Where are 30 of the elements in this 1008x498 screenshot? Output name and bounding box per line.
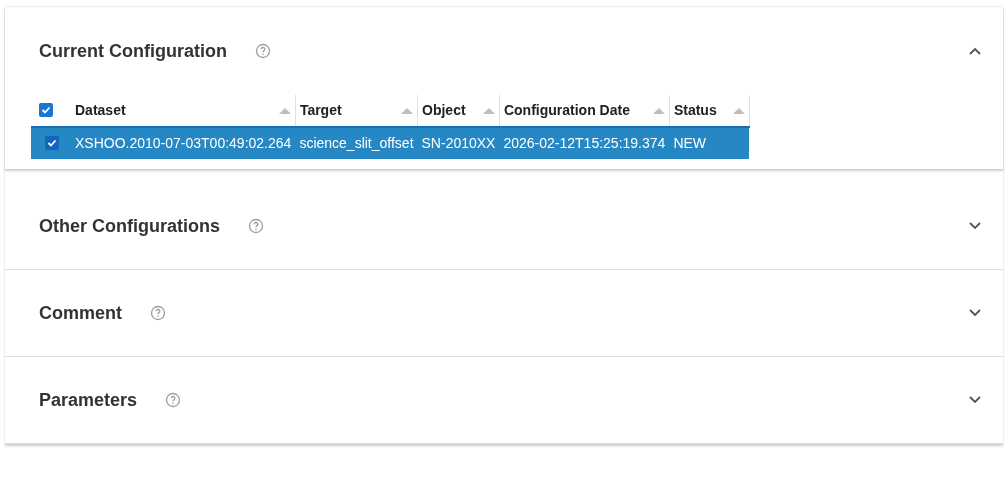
sort-icon[interactable]	[278, 107, 291, 114]
chevron-icon[interactable]	[968, 395, 982, 405]
section-header[interactable]: Current Configuration	[5, 7, 1003, 95]
section-header[interactable]: Comment	[5, 270, 1003, 356]
table-cell: science_slit_offset	[295, 127, 418, 159]
table-cell: XSHOO.2010-07-03T00:49:02.264	[71, 127, 296, 159]
table-cell: 2026-02-12T15:25:19.374	[499, 127, 670, 159]
checkbox[interactable]	[39, 103, 53, 117]
checkbox[interactable]	[45, 136, 59, 150]
table-cell: SN-2010XX	[417, 127, 500, 159]
section-header[interactable]: Other Configurations	[5, 183, 1003, 269]
help-icon[interactable]	[255, 43, 271, 59]
help-icon[interactable]	[248, 218, 264, 234]
chevron-icon[interactable]	[968, 308, 982, 318]
section-title: Parameters	[39, 388, 138, 412]
chevron-icon[interactable]	[968, 46, 982, 56]
section-header[interactable]: Parameters	[5, 357, 1003, 443]
chevron-icon[interactable]	[968, 221, 982, 231]
section-title: Current Configuration	[39, 39, 227, 63]
help-icon[interactable]	[165, 392, 182, 408]
sort-icon[interactable]	[401, 107, 413, 114]
section-title: Other Configurations	[39, 214, 220, 238]
sort-icon[interactable]	[652, 107, 665, 114]
sort-icon[interactable]	[482, 107, 495, 114]
section-title: Comment	[39, 301, 122, 325]
help-icon[interactable]	[150, 305, 166, 321]
sort-icon[interactable]	[732, 107, 745, 114]
table-cell: NEW	[669, 127, 750, 159]
check-icon	[41, 105, 51, 115]
check-icon	[47, 138, 57, 148]
